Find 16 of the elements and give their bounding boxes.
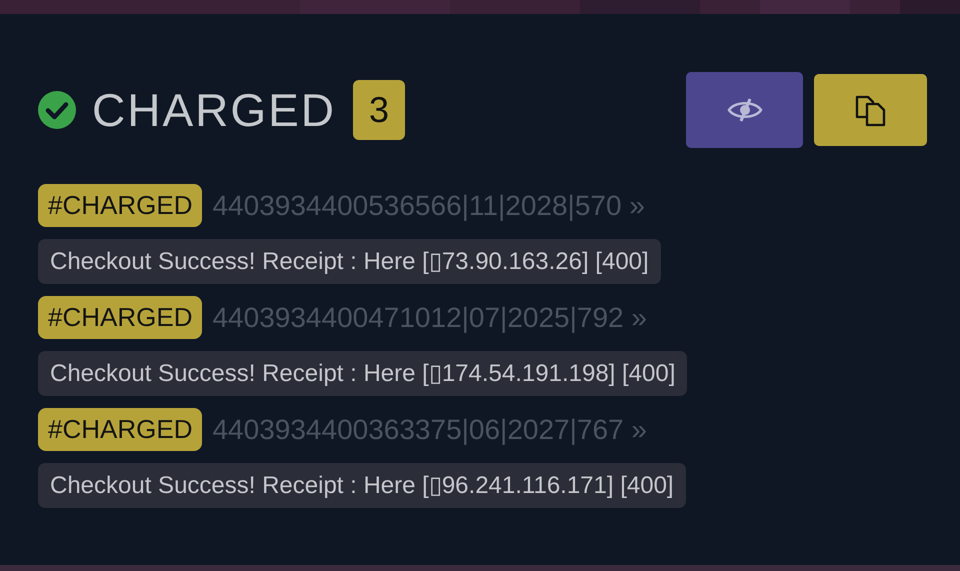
card-text: 4403934400471012|07|2025|792 »: [212, 302, 647, 334]
status-tag: #CHARGED: [38, 184, 202, 227]
status-tag: #CHARGED: [38, 296, 202, 339]
count-badge: 3: [353, 80, 406, 140]
check-circle-icon: [38, 91, 76, 129]
eye-slash-icon: [726, 97, 762, 123]
response-message: Checkout Success! Receipt : Here [▯96.241.116.171] [400]: [38, 463, 686, 508]
status-tag: #CHARGED: [38, 408, 202, 451]
hide-button[interactable]: [686, 72, 803, 148]
section-title: CHARGED: [92, 83, 336, 137]
card-text: 4403934400363375|06|2027|767 »: [212, 414, 647, 446]
copy-button[interactable]: [814, 74, 927, 146]
card-text: 4403934400536566|11|2028|570 »: [212, 190, 645, 222]
response-message: Checkout Success! Receipt : Here [▯174.54.191.198] [400]: [38, 351, 688, 396]
copy-icon: [854, 93, 888, 127]
response-message: Checkout Success! Receipt : Here [▯73.90.163.26] [400]: [38, 239, 661, 284]
